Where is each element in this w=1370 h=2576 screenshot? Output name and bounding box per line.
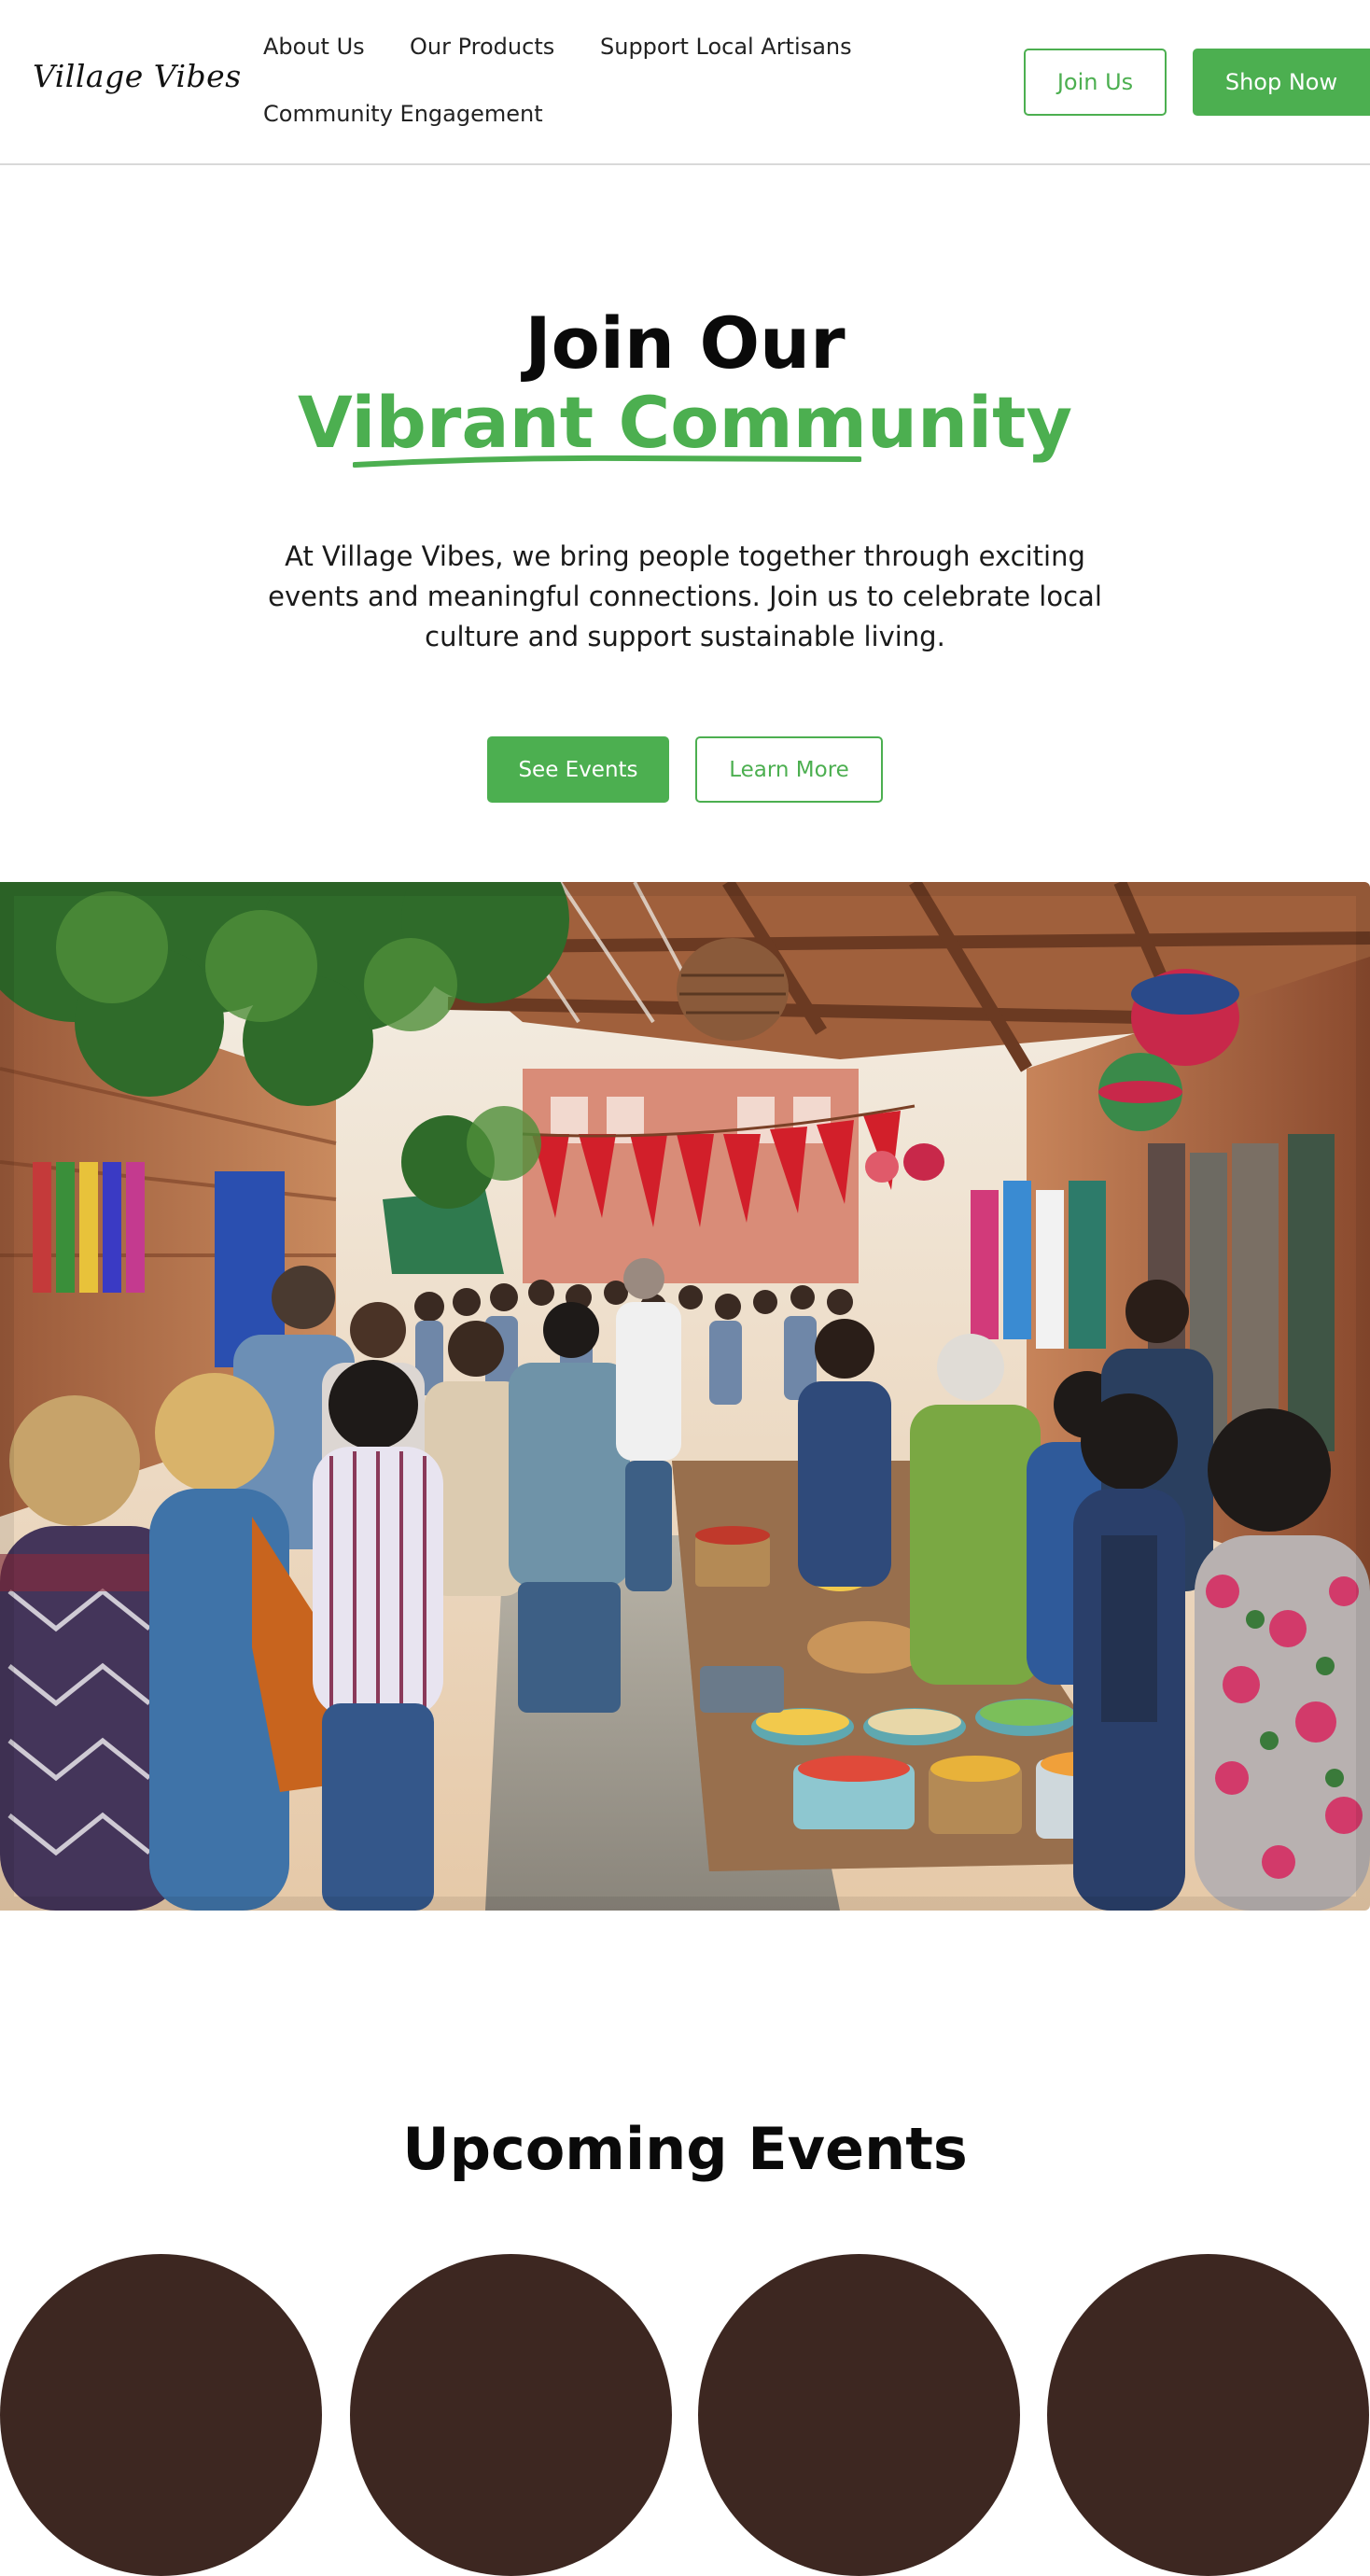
event-card[interactable]	[698, 2254, 1020, 2576]
join-us-button[interactable]: Join Us	[1024, 49, 1167, 116]
hero-title-line1: Join Our	[524, 301, 846, 385]
nav-link-support-local-artisans[interactable]: Support Local Artisans	[600, 34, 852, 60]
nav-link-our-products[interactable]: Our Products	[410, 34, 554, 60]
event-card[interactable]	[0, 2254, 322, 2576]
learn-more-button[interactable]: Learn More	[695, 736, 883, 803]
event-card[interactable]	[350, 2254, 672, 2576]
logo[interactable]: Village Vibes	[33, 58, 242, 94]
see-events-button[interactable]: See Events	[487, 736, 669, 803]
hero-description: At Village Vibes, we bring people togeth…	[268, 540, 1102, 652]
site-header: Village Vibes About Us Our Products Supp…	[0, 0, 1370, 165]
nav-link-about-us[interactable]: About Us	[263, 34, 365, 60]
hero-title-line2: Vibrant Community	[297, 381, 1073, 464]
events-title: Upcoming Events	[402, 2115, 968, 2183]
brush-underline-icon	[353, 455, 861, 468]
shop-now-button[interactable]: Shop Now	[1193, 49, 1370, 116]
event-card[interactable]	[1047, 2254, 1369, 2576]
market-photo	[0, 882, 1370, 1911]
nav-link-community-engagement[interactable]: Community Engagement	[263, 101, 543, 127]
market-illustration	[0, 882, 1370, 1911]
